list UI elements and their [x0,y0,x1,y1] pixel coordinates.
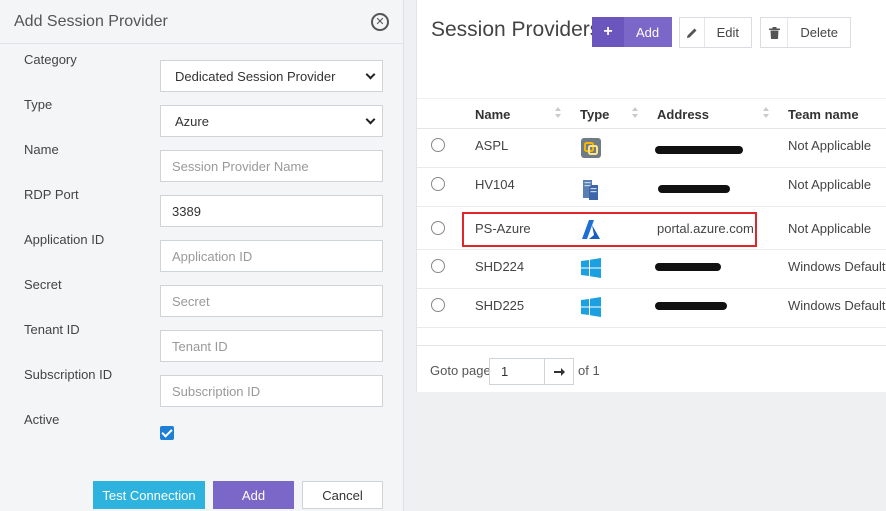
session-providers-panel: Session Providers + Add Edit Delete Name… [416,0,886,392]
windows-icon [581,297,601,317]
type-label: Type [24,97,53,112]
add-session-provider-dialog: Add Session Provider ✕ Category Dedicate… [0,0,404,511]
toolbar-add-label: Add [636,24,660,40]
test-connection-button[interactable]: Test Connection [93,481,205,509]
active-row: Active [0,404,404,449]
row-name: SHD225 [475,298,525,313]
application-id-row: Application ID Application ID [0,224,404,272]
sort-icon[interactable] [763,107,769,119]
table-row[interactable]: SHD224 Windows Default [417,250,886,289]
row-name: SHD224 [475,259,525,274]
cancel-button[interactable]: Cancel [302,481,383,509]
dialog-title: Add Session Provider [14,12,168,30]
go-page-button[interactable] [544,358,574,385]
toolbar-delete-label: Delete [800,25,838,40]
toolbar-edit-button[interactable]: Edit [679,17,752,48]
row-radio[interactable] [431,177,445,191]
add-button[interactable]: Add [213,481,294,509]
tenant-id-label: Tenant ID [24,322,80,337]
pencil-icon [680,18,705,47]
name-row: Name Session Provider Name [0,134,404,182]
row-radio[interactable] [431,221,445,235]
toolbar-edit-label: Edit [716,25,739,40]
row-team-name: Windows Default [788,259,886,274]
subscription-id-row: Subscription ID Subscription ID [0,359,404,407]
sort-icon[interactable] [632,107,638,119]
dialog-header: Add Session Provider ✕ [0,0,403,44]
application-id-label: Application ID [24,232,105,247]
table-row[interactable]: SHD225 Windows Default [417,289,886,328]
close-icon[interactable]: ✕ [371,12,389,31]
application-id-input[interactable]: Application ID [160,240,383,272]
column-header-type[interactable]: Type [580,107,609,122]
goto-page-label: Goto page [430,363,491,378]
secret-label: Secret [24,277,62,292]
arrow-right-icon [553,367,565,376]
row-radio[interactable] [431,259,445,273]
toolbar-delete-button[interactable]: Delete [760,17,851,48]
redacted-address [658,185,730,193]
vmware-icon [581,138,601,158]
page-count: of 1 [578,363,600,378]
page-number-input[interactable]: 1 [489,358,545,385]
column-header-team-name[interactable]: Team name [788,107,859,122]
row-radio[interactable] [431,138,445,152]
chevron-down-icon [365,69,376,79]
row-team-name: Windows Default [788,298,886,313]
hyperv-server-icon [583,180,598,200]
secret-row: Secret Secret [0,269,404,317]
table-header: Name Type Address Team name [417,98,886,129]
type-select[interactable]: Azure [160,105,383,137]
tenant-id-input[interactable]: Tenant ID [160,330,383,362]
row-name: HV104 [475,177,515,192]
category-value: Dedicated Session Provider [175,68,336,84]
name-input[interactable]: Session Provider Name [160,150,383,182]
highlight-box [462,212,757,247]
pagination: Goto page 1 of 1 [417,345,886,392]
trash-icon [761,18,789,47]
windows-icon [581,258,601,278]
type-row: Type Azure [0,89,404,137]
active-checkbox[interactable] [160,426,174,440]
row-team-name: Not Applicable [788,138,872,153]
rdp-port-input[interactable]: 3389 [160,195,383,227]
row-name: ASPL [475,138,509,153]
active-label: Active [24,412,60,427]
column-header-name[interactable]: Name [475,107,510,122]
redacted-address [655,146,743,154]
page-title: Session Providers [431,18,601,41]
row-team-name: Not Applicable [788,177,872,192]
type-value: Azure [175,113,209,129]
rdp-port-label: RDP Port [24,187,79,202]
table-row[interactable]: HV104 Not Applicable [417,168,886,207]
toolbar-add-button[interactable]: + Add [592,17,673,47]
tenant-id-row: Tenant ID Tenant ID [0,314,404,362]
column-header-address[interactable]: Address [657,107,709,122]
plus-icon: + [592,17,624,47]
chevron-down-icon [365,114,376,124]
row-team-name: Not Applicable [788,221,872,236]
row-radio[interactable] [431,298,445,312]
sort-icon[interactable] [555,107,561,119]
table-row[interactable]: ASPL Not Applicable [417,129,886,168]
subscription-id-input[interactable]: Subscription ID [160,375,383,407]
secret-input[interactable]: Secret [160,285,383,317]
redacted-address [655,302,727,310]
category-select[interactable]: Dedicated Session Provider [160,60,383,92]
category-label: Category [24,52,77,67]
category-row: Category Dedicated Session Provider [0,44,404,92]
subscription-id-label: Subscription ID [24,367,113,382]
rdp-port-row: RDP Port 3389 [0,179,404,227]
redacted-address [655,263,721,271]
name-label: Name [24,142,59,157]
